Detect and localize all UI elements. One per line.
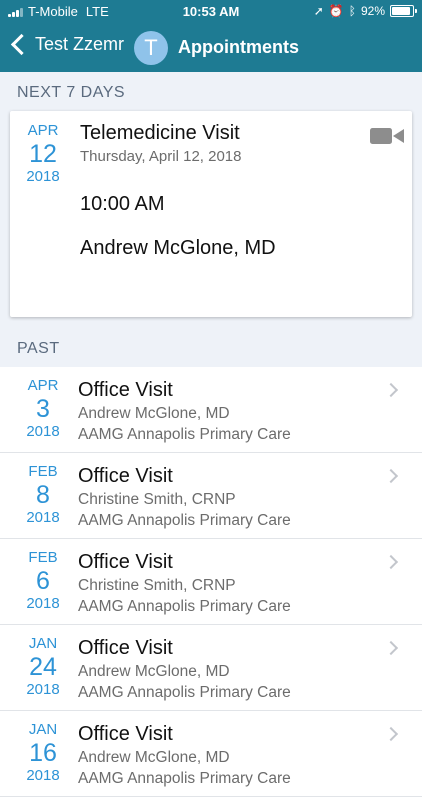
appointment-location: AAMG Annapolis Primary Care bbox=[78, 598, 291, 615]
appointment-date: APR 3 2018 bbox=[20, 377, 66, 441]
upcoming-appointment-card[interactable]: APR 12 2018 Telemedicine Visit Thursday,… bbox=[10, 111, 412, 317]
appointment-date: FEB 6 2018 bbox=[20, 549, 66, 613]
section-header-upcoming: NEXT 7 DAYS bbox=[17, 84, 126, 101]
date-year: 2018 bbox=[26, 423, 60, 440]
chevron-left-icon bbox=[10, 33, 33, 56]
appointment-date: APR 12 2018 bbox=[20, 122, 66, 186]
date-year: 2018 bbox=[26, 681, 60, 698]
date-month: APR bbox=[27, 122, 59, 139]
alarm-icon: ⏰ bbox=[328, 4, 344, 18]
appointment-provider: Andrew McGlone, MD bbox=[78, 749, 230, 766]
chevron-right-icon bbox=[383, 468, 399, 484]
appointment-provider: Christine Smith, CRNP bbox=[78, 491, 236, 508]
date-day: 16 bbox=[29, 739, 57, 767]
battery-level bbox=[392, 7, 410, 15]
date-month: JAN bbox=[28, 721, 58, 738]
navigation-bar: Test Zzemr T Appointments bbox=[0, 24, 422, 72]
section-header-past: PAST bbox=[17, 340, 60, 357]
status-right: ➚ ⏰ ᛒ 92% bbox=[309, 4, 417, 18]
list-item[interactable]: JAN 16 2018 Office Visit Andrew McGlone, MD A… bbox=[0, 711, 422, 797]
list-item[interactable]: FEB 8 2018 Office Visit Christine Smith, CRN… bbox=[0, 453, 422, 539]
back-label: Test Zzemr bbox=[35, 34, 125, 54]
date-day: 12 bbox=[29, 140, 57, 168]
appointment-time: 10:00 AM bbox=[80, 193, 165, 215]
date-month: APR bbox=[27, 377, 59, 394]
chevron-right-icon bbox=[383, 554, 399, 570]
video-camera-icon[interactable] bbox=[370, 127, 404, 145]
date-year: 2018 bbox=[26, 168, 60, 185]
appointment-location: AAMG Annapolis Primary Care bbox=[78, 512, 291, 529]
date-year: 2018 bbox=[26, 767, 60, 784]
past-appointments-list: APR 3 2018 Office Visit Andrew McGlone, MD AA… bbox=[0, 367, 422, 797]
date-day: 24 bbox=[29, 653, 57, 681]
appointment-provider: Andrew McGlone, MD bbox=[78, 663, 230, 680]
appointment-location: AAMG Annapolis Primary Care bbox=[78, 426, 291, 443]
appointment-provider: Andrew McGlone, MD bbox=[78, 405, 230, 422]
status-bar: T-Mobile LTE 10:53 AM ➚ ⏰ ᛒ 92% bbox=[0, 0, 422, 24]
battery-tip bbox=[415, 9, 417, 13]
date-month: JAN bbox=[28, 635, 58, 652]
battery-percent: 92% bbox=[360, 4, 385, 18]
date-year: 2018 bbox=[26, 595, 60, 612]
appointment-title: Office Visit bbox=[78, 379, 173, 401]
list-item[interactable]: APR 3 2018 Office Visit Andrew McGlone, MD AA… bbox=[0, 367, 422, 453]
appointment-date: JAN 24 2018 bbox=[20, 635, 66, 699]
date-day: 3 bbox=[36, 395, 50, 423]
date-month: FEB bbox=[28, 549, 58, 566]
appointment-title: Office Visit bbox=[78, 637, 173, 659]
appointment-date: JAN 16 2018 bbox=[20, 721, 66, 785]
battery-icon bbox=[390, 5, 417, 17]
appointment-title: Office Visit bbox=[78, 551, 173, 573]
chevron-right-icon bbox=[383, 640, 399, 656]
page-title: Appointments bbox=[178, 37, 299, 57]
appointment-title: Telemedicine Visit bbox=[80, 122, 240, 144]
appointment-date: FEB 8 2018 bbox=[20, 463, 66, 527]
date-day: 6 bbox=[36, 567, 50, 595]
date-day: 8 bbox=[36, 481, 50, 509]
date-month: FEB bbox=[28, 463, 58, 480]
chevron-right-icon bbox=[383, 726, 399, 742]
appointment-title: Office Visit bbox=[78, 465, 173, 487]
bluetooth-icon: ᛒ bbox=[348, 4, 356, 18]
avatar[interactable]: T bbox=[134, 31, 168, 65]
appointment-date-text: Thursday, April 12, 2018 bbox=[80, 148, 242, 165]
date-year: 2018 bbox=[26, 509, 60, 526]
back-button[interactable]: Test Zzemr bbox=[8, 33, 125, 56]
chevron-right-icon bbox=[383, 382, 399, 398]
appointment-title: Office Visit bbox=[78, 723, 173, 745]
appointment-location: AAMG Annapolis Primary Care bbox=[78, 770, 291, 787]
appointment-location: AAMG Annapolis Primary Care bbox=[78, 684, 291, 701]
list-item[interactable]: FEB 6 2018 Office Visit Christine Smith, CRN… bbox=[0, 539, 422, 625]
list-item[interactable]: JAN 24 2018 Office Visit Andrew McGlone, MD A… bbox=[0, 625, 422, 711]
location-arrow-icon: ➚ bbox=[313, 4, 324, 18]
appointment-provider: Andrew McGlone, MD bbox=[80, 237, 276, 259]
appointment-provider: Christine Smith, CRNP bbox=[78, 577, 236, 594]
